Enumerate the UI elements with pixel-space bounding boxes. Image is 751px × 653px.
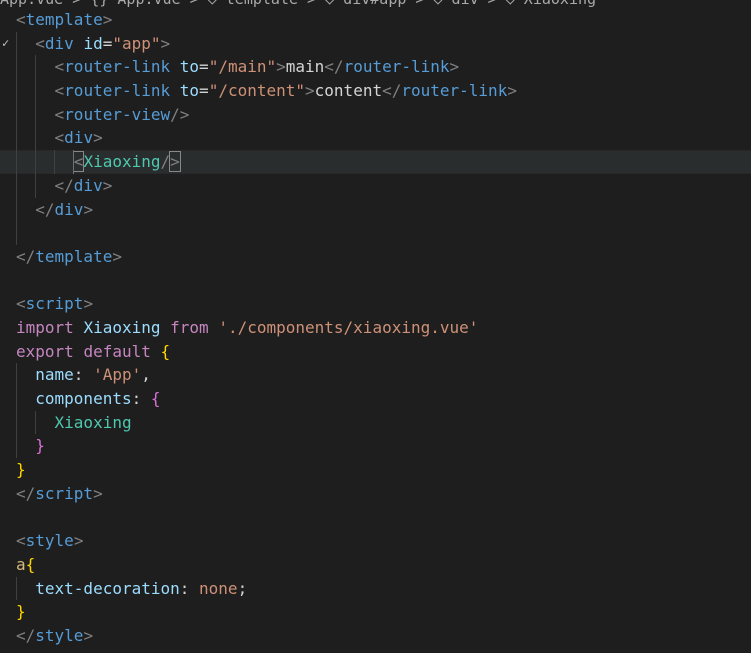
tag-name: style [35, 625, 84, 645]
keyword: from [170, 317, 209, 337]
code-line: name: 'App', [0, 363, 751, 387]
text-content: content [314, 81, 383, 101]
attr-value: "/main" [208, 57, 277, 77]
tag-name: router-link [64, 81, 171, 101]
code-line: Xiaoxing [0, 410, 751, 435]
code-editor[interactable]: <template> ✓ <div id="app"> <router-link… [0, 8, 751, 648]
code-line: </style> [16, 625, 94, 645]
code-line: text-decoration: none; [0, 576, 751, 601]
tag-name: script [25, 294, 84, 314]
tag-name: router-link [64, 57, 171, 77]
tag-name: router-view [64, 104, 171, 124]
css-property: text-decoration [35, 578, 180, 598]
keyword: import [16, 317, 74, 337]
tag-name: div [54, 199, 84, 219]
css-selector: a [16, 554, 26, 574]
code-line: } [0, 434, 751, 459]
code-line: </script> [16, 483, 103, 503]
attr-value: "app" [112, 33, 161, 53]
css-value: none [199, 578, 238, 598]
tag-name: script [35, 483, 94, 503]
code-line: export default { [16, 341, 171, 361]
code-line-active: <Xiaoxing/> [0, 150, 751, 174]
tag-name: router-link [401, 81, 508, 101]
identifier: Xiaoxing [54, 412, 132, 432]
code-line: <router-view/> [0, 102, 751, 127]
code-line: <script> [16, 294, 94, 314]
string-literal: 'App' [93, 365, 142, 385]
code-line: ✓ <div id="app"> [0, 31, 751, 56]
tag-name: style [25, 531, 74, 551]
tag-name: template [25, 10, 103, 29]
fold-chevron-icon[interactable]: ✓ [2, 32, 9, 56]
attr-value: "/content" [208, 81, 306, 101]
attr-name: id [83, 33, 103, 53]
tag-name: template [35, 246, 113, 266]
property-key: name [35, 365, 74, 385]
keyword: export [16, 341, 74, 361]
code-line: <router-link to="/main">main</router-lin… [0, 55, 751, 80]
tag-name: div [64, 128, 94, 148]
tag-name: div [44, 33, 74, 53]
code-line: <template> [16, 10, 113, 29]
component-name: Xiaoxing [83, 152, 161, 172]
attr-name: to [179, 81, 200, 101]
attr-name: to [179, 57, 200, 77]
code-line: components: { [0, 387, 751, 411]
code-line [0, 221, 751, 245]
code-line: </template> [16, 246, 122, 266]
code-line: } [16, 602, 26, 622]
code-line: } [16, 460, 26, 480]
code-line: <style> [16, 531, 84, 551]
code-line: </div> [0, 173, 751, 198]
tag-name: div [73, 175, 103, 195]
tag-name: router-link [343, 57, 450, 77]
keyword: default [83, 341, 151, 361]
code-line: a{ [16, 554, 36, 574]
code-line: import Xiaoxing from './components/xiaox… [0, 316, 751, 340]
property-key: components [35, 389, 132, 408]
text-content: main [285, 57, 325, 77]
identifier: Xiaoxing [83, 317, 161, 337]
string-literal: './components/xiaoxing.vue' [218, 317, 479, 337]
code-line: <div> [0, 126, 751, 151]
code-line: <router-link to="/content">content</rout… [0, 79, 751, 103]
code-line: </div> [0, 197, 751, 222]
